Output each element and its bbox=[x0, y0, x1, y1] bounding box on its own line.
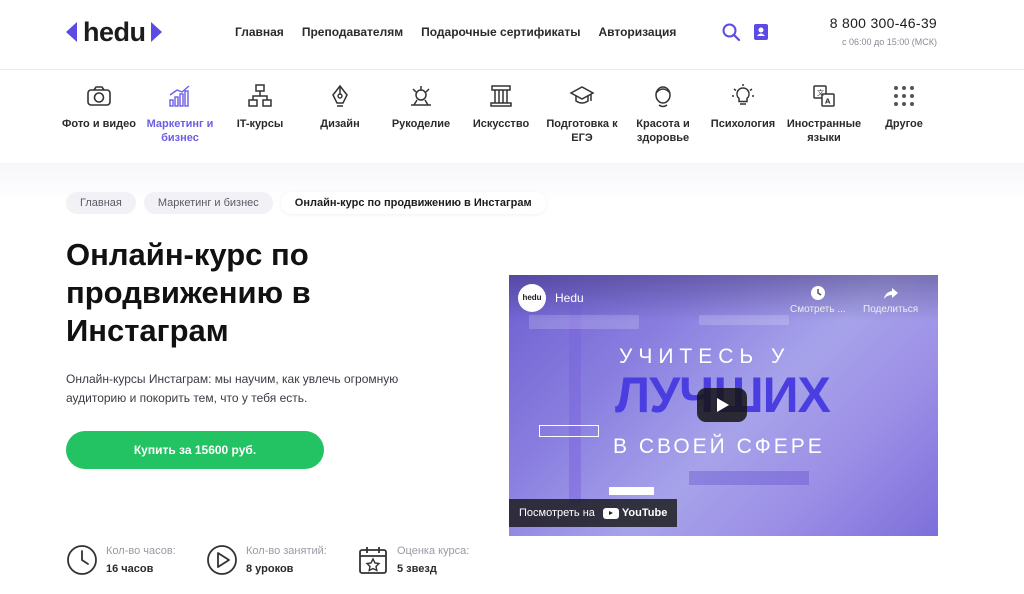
video-decor bbox=[539, 425, 599, 437]
svg-text:A: A bbox=[825, 98, 831, 106]
category-label: Рукоделие bbox=[391, 118, 451, 130]
category-art[interactable]: Искусство bbox=[461, 83, 541, 131]
play-circle-icon bbox=[207, 545, 237, 575]
youtube-logo: YouTube bbox=[602, 507, 668, 519]
category-label: Искусство bbox=[472, 118, 530, 130]
top-nav: Главная Преподавателям Подарочные сертиф… bbox=[235, 24, 694, 40]
svg-text:文: 文 bbox=[817, 88, 824, 97]
translate-icon: 文A bbox=[813, 85, 835, 107]
video-decor bbox=[569, 305, 581, 505]
share-arrow-icon bbox=[883, 288, 898, 299]
chart-icon bbox=[169, 85, 190, 107]
course-description: Онлайн-курсы Инстаграм: мы научим, как у… bbox=[66, 372, 399, 405]
category-label: Фото и видео bbox=[61, 118, 136, 130]
clock-icon bbox=[810, 286, 825, 300]
graduation-cap-icon bbox=[569, 86, 595, 104]
stat-label: Кол-во часов: bbox=[106, 545, 176, 557]
share-button[interactable]: Поделиться bbox=[863, 285, 918, 315]
category-label: Дизайн bbox=[320, 118, 360, 130]
camera-icon bbox=[87, 86, 111, 106]
category-ege-prep[interactable]: Подготовка к ЕГЭ bbox=[542, 83, 622, 145]
stat-rating: Оценка курса: 5 звезд bbox=[357, 544, 469, 576]
video-caption-line1: УЧИТЕСЬ У bbox=[619, 345, 791, 368]
category-label: Иностранные языки bbox=[786, 118, 862, 144]
category-photo-video[interactable]: Фото и видео bbox=[59, 83, 139, 131]
category-bar: Фото и видео Маркетинг и бизнес IT-курсы… bbox=[0, 71, 1024, 163]
calendar-star-icon bbox=[359, 547, 387, 574]
video-decor bbox=[609, 487, 654, 495]
nav-teachers[interactable]: Преподавателям bbox=[302, 24, 403, 40]
share-label: Поделиться bbox=[863, 304, 919, 315]
phone-block: 8 800 300-46-39 с 06:00 до 15:00 (МСК) bbox=[830, 15, 937, 47]
category-label: Другое bbox=[885, 118, 923, 130]
category-crafts[interactable]: Рукоделие bbox=[381, 83, 461, 131]
search-icon[interactable] bbox=[721, 22, 741, 42]
nav-home[interactable]: Главная bbox=[235, 24, 284, 40]
watch-on-label: Посмотреть на bbox=[519, 507, 595, 519]
category-label: Красота и здоровье bbox=[636, 118, 690, 144]
category-it-courses[interactable]: IT-курсы bbox=[220, 83, 300, 131]
working-hours: с 06:00 до 15:00 (МСК) bbox=[841, 37, 937, 47]
stat-value: 8 уроков bbox=[246, 563, 294, 575]
buy-button[interactable]: Купить за 15600 руб. bbox=[66, 431, 324, 469]
category-label: Психология bbox=[710, 118, 776, 130]
pen-tool-icon bbox=[332, 84, 348, 107]
craft-icon bbox=[411, 86, 431, 106]
logo-right-chevron-icon bbox=[150, 22, 162, 42]
breadcrumb: Главная Маркетинг и бизнес Онлайн-курс п… bbox=[66, 192, 546, 214]
clock-icon bbox=[67, 545, 97, 575]
category-marketing-business[interactable]: Маркетинг и бизнес bbox=[140, 83, 220, 145]
stat-hours: Кол-во часов: 16 часов bbox=[66, 544, 176, 576]
nav-gift-certificates[interactable]: Подарочные сертификаты bbox=[421, 24, 580, 40]
category-label: IT-курсы bbox=[236, 118, 284, 130]
video-caption-line3: В СВОЕЙ СФЕРЕ bbox=[613, 435, 825, 458]
face-icon bbox=[655, 86, 671, 108]
breadcrumb-current: Онлайн-курс по продвижению в Инстаграм bbox=[280, 192, 546, 214]
youtube-play-icon bbox=[602, 507, 619, 519]
page-title: Онлайн-курс по продвижению в Инстаграм bbox=[66, 237, 311, 348]
channel-avatar[interactable]: hedu bbox=[518, 284, 546, 312]
category-design[interactable]: Дизайн bbox=[300, 83, 380, 131]
logo-text: hedu bbox=[83, 17, 146, 47]
grid-dots-icon bbox=[894, 86, 914, 106]
nav-login[interactable]: Авторизация bbox=[598, 24, 676, 40]
play-button[interactable] bbox=[697, 388, 747, 422]
hedu-logo[interactable]: hedu bbox=[66, 16, 162, 48]
youtube-wordmark: YouTube bbox=[621, 507, 668, 519]
category-other[interactable]: Другое bbox=[864, 83, 944, 131]
breadcrumb-marketing[interactable]: Маркетинг и бизнес bbox=[143, 192, 273, 214]
category-label: Подготовка к ЕГЭ bbox=[546, 118, 618, 144]
watch-later-label: Смотреть ... bbox=[790, 304, 846, 315]
column-icon bbox=[490, 85, 512, 107]
watch-later-button[interactable]: Смотреть ... bbox=[790, 285, 846, 315]
category-beauty-health[interactable]: Красота и здоровье bbox=[623, 83, 703, 145]
breadcrumb-home[interactable]: Главная bbox=[66, 192, 136, 214]
logo-left-chevron-icon bbox=[66, 22, 77, 42]
stat-label: Кол-во занятий: bbox=[246, 545, 327, 557]
lightbulb-icon bbox=[732, 84, 754, 105]
phone-number[interactable]: 8 800 300-46-39 bbox=[830, 15, 937, 31]
stat-lessons: Кол-во занятий: 8 уроков bbox=[206, 544, 327, 576]
video-decor bbox=[689, 471, 809, 485]
category-psychology[interactable]: Психология bbox=[703, 83, 783, 131]
stat-value: 5 звезд bbox=[397, 563, 437, 575]
video-player[interactable]: hedu Hedu Смотреть ... Поделиться УЧИТЕС… bbox=[509, 275, 938, 536]
watch-on-youtube-button[interactable]: Посмотреть на YouTube bbox=[509, 499, 678, 527]
stat-value: 16 часов bbox=[106, 563, 154, 575]
category-label: Маркетинг и бизнес bbox=[146, 118, 214, 144]
category-languages[interactable]: 文A Иностранные языки bbox=[784, 83, 864, 145]
contacts-book-icon[interactable] bbox=[751, 22, 771, 42]
channel-name[interactable]: Hedu bbox=[555, 291, 584, 305]
stat-label: Оценка курса: bbox=[397, 545, 470, 557]
network-icon bbox=[248, 84, 272, 107]
site-header: hedu Главная Преподавателям Подарочные с… bbox=[0, 0, 1024, 70]
